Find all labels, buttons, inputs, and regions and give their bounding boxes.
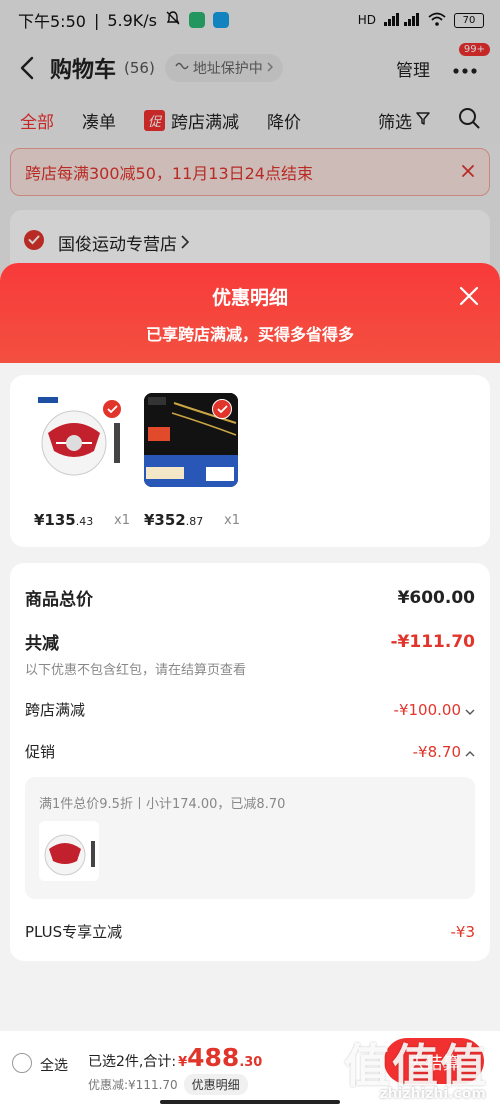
currency-symbol: ¥ — [178, 1055, 188, 1070]
price-decimal: .87 — [185, 515, 204, 528]
cross-store-value: -¥100.00 — [393, 700, 461, 719]
total-discount-label: 共减 — [25, 634, 59, 654]
plus-discount-value: -¥3 — [450, 922, 476, 941]
discount-detail-card: 商品总价 ¥600.00 共减 -¥111.70 以下优惠不包含红包，请在结算页… — [10, 563, 490, 961]
goods-total-label: 商品总价 — [25, 590, 93, 610]
promotion-row[interactable]: 促销 -¥8.70 — [25, 741, 475, 762]
product-image-ball — [34, 393, 128, 487]
plus-discount-label: PLUS专享立减 — [25, 923, 123, 941]
selected-count: 已选2件,合计: — [88, 1054, 177, 1070]
product-item[interactable]: ¥135.43 x1 — [34, 393, 130, 529]
cross-store-label: 跨店满减 — [25, 701, 86, 719]
product-check-icon[interactable] — [212, 399, 232, 419]
product-check-icon[interactable] — [102, 399, 122, 419]
select-all-label[interactable]: 全选 — [40, 1055, 68, 1075]
sheet-title: 优惠明细 — [211, 287, 288, 309]
watermark-url: zhizhizhi.com — [379, 1086, 486, 1102]
total-main: 488 — [187, 1043, 240, 1072]
summary-discount-line: 优惠减:¥111.70 优惠明细 — [88, 1074, 262, 1095]
products-card: ¥135.43 x1 ¥352.87 x1 — [10, 375, 490, 547]
discount-detail-sheet: 优惠明细 已享跨店满减，买得多省得多 ¥135.43 x1 ¥352.87 x1… — [0, 263, 500, 1111]
plus-discount-row: PLUS专享立减 -¥3 — [25, 921, 475, 942]
home-indicator — [160, 1100, 340, 1104]
promotion-label: 促销 — [25, 743, 56, 761]
promotion-value: -¥8.70 — [412, 742, 461, 761]
total-price: ¥488.30 — [178, 1043, 262, 1072]
chevron-down-icon — [465, 700, 475, 719]
product-price: ¥135.43 — [34, 511, 93, 529]
checkout-button[interactable]: 去结算 — [384, 1038, 484, 1084]
goods-total-row: 商品总价 ¥600.00 — [25, 585, 475, 611]
product-thumbnail — [39, 821, 99, 881]
select-all-radio[interactable] — [12, 1053, 32, 1073]
product-image-fishing — [144, 393, 238, 487]
price-main: ¥135 — [34, 511, 76, 529]
chevron-up-icon — [465, 742, 475, 761]
discount-detail-button[interactable]: 优惠明细 — [183, 1074, 248, 1095]
product-quantity: x1 — [224, 513, 240, 528]
summary-total-line: 已选2件,合计: ¥488.30 — [88, 1043, 262, 1072]
order-summary: 已选2件,合计: ¥488.30 优惠减:¥111.70 优惠明细 — [88, 1043, 262, 1095]
total-discount-row: 共减 -¥111.70 — [25, 629, 476, 655]
price-main: ¥352 — [144, 511, 186, 529]
discount-amount: 优惠减:¥111.70 — [88, 1078, 178, 1092]
discount-note-row: 以下优惠不包含红包，请在结算页查看 — [25, 659, 475, 678]
promotion-detail-box: 满1件总价9.5折丨小计174.00，已减8.70 — [25, 777, 475, 899]
discount-note: 以下优惠不包含红包，请在结算页查看 — [25, 663, 247, 678]
product-quantity: x1 — [114, 513, 130, 528]
goods-total-value: ¥600.00 — [397, 587, 475, 608]
price-decimal: .43 — [75, 515, 94, 528]
total-discount-value: -¥111.70 — [390, 631, 476, 652]
close-icon[interactable] — [458, 285, 480, 307]
product-item[interactable]: ¥352.87 x1 — [144, 393, 240, 529]
total-decimal: .30 — [239, 1055, 263, 1070]
product-price: ¥352.87 — [144, 511, 203, 529]
cross-store-row[interactable]: 跨店满减 -¥100.00 — [25, 699, 475, 720]
sheet-header: 优惠明细 已享跨店满减，买得多省得多 — [0, 263, 500, 363]
sheet-subtitle: 已享跨店满减，买得多省得多 — [145, 325, 354, 344]
promotion-description: 满1件总价9.5折丨小计174.00，已减8.70 — [39, 797, 286, 812]
